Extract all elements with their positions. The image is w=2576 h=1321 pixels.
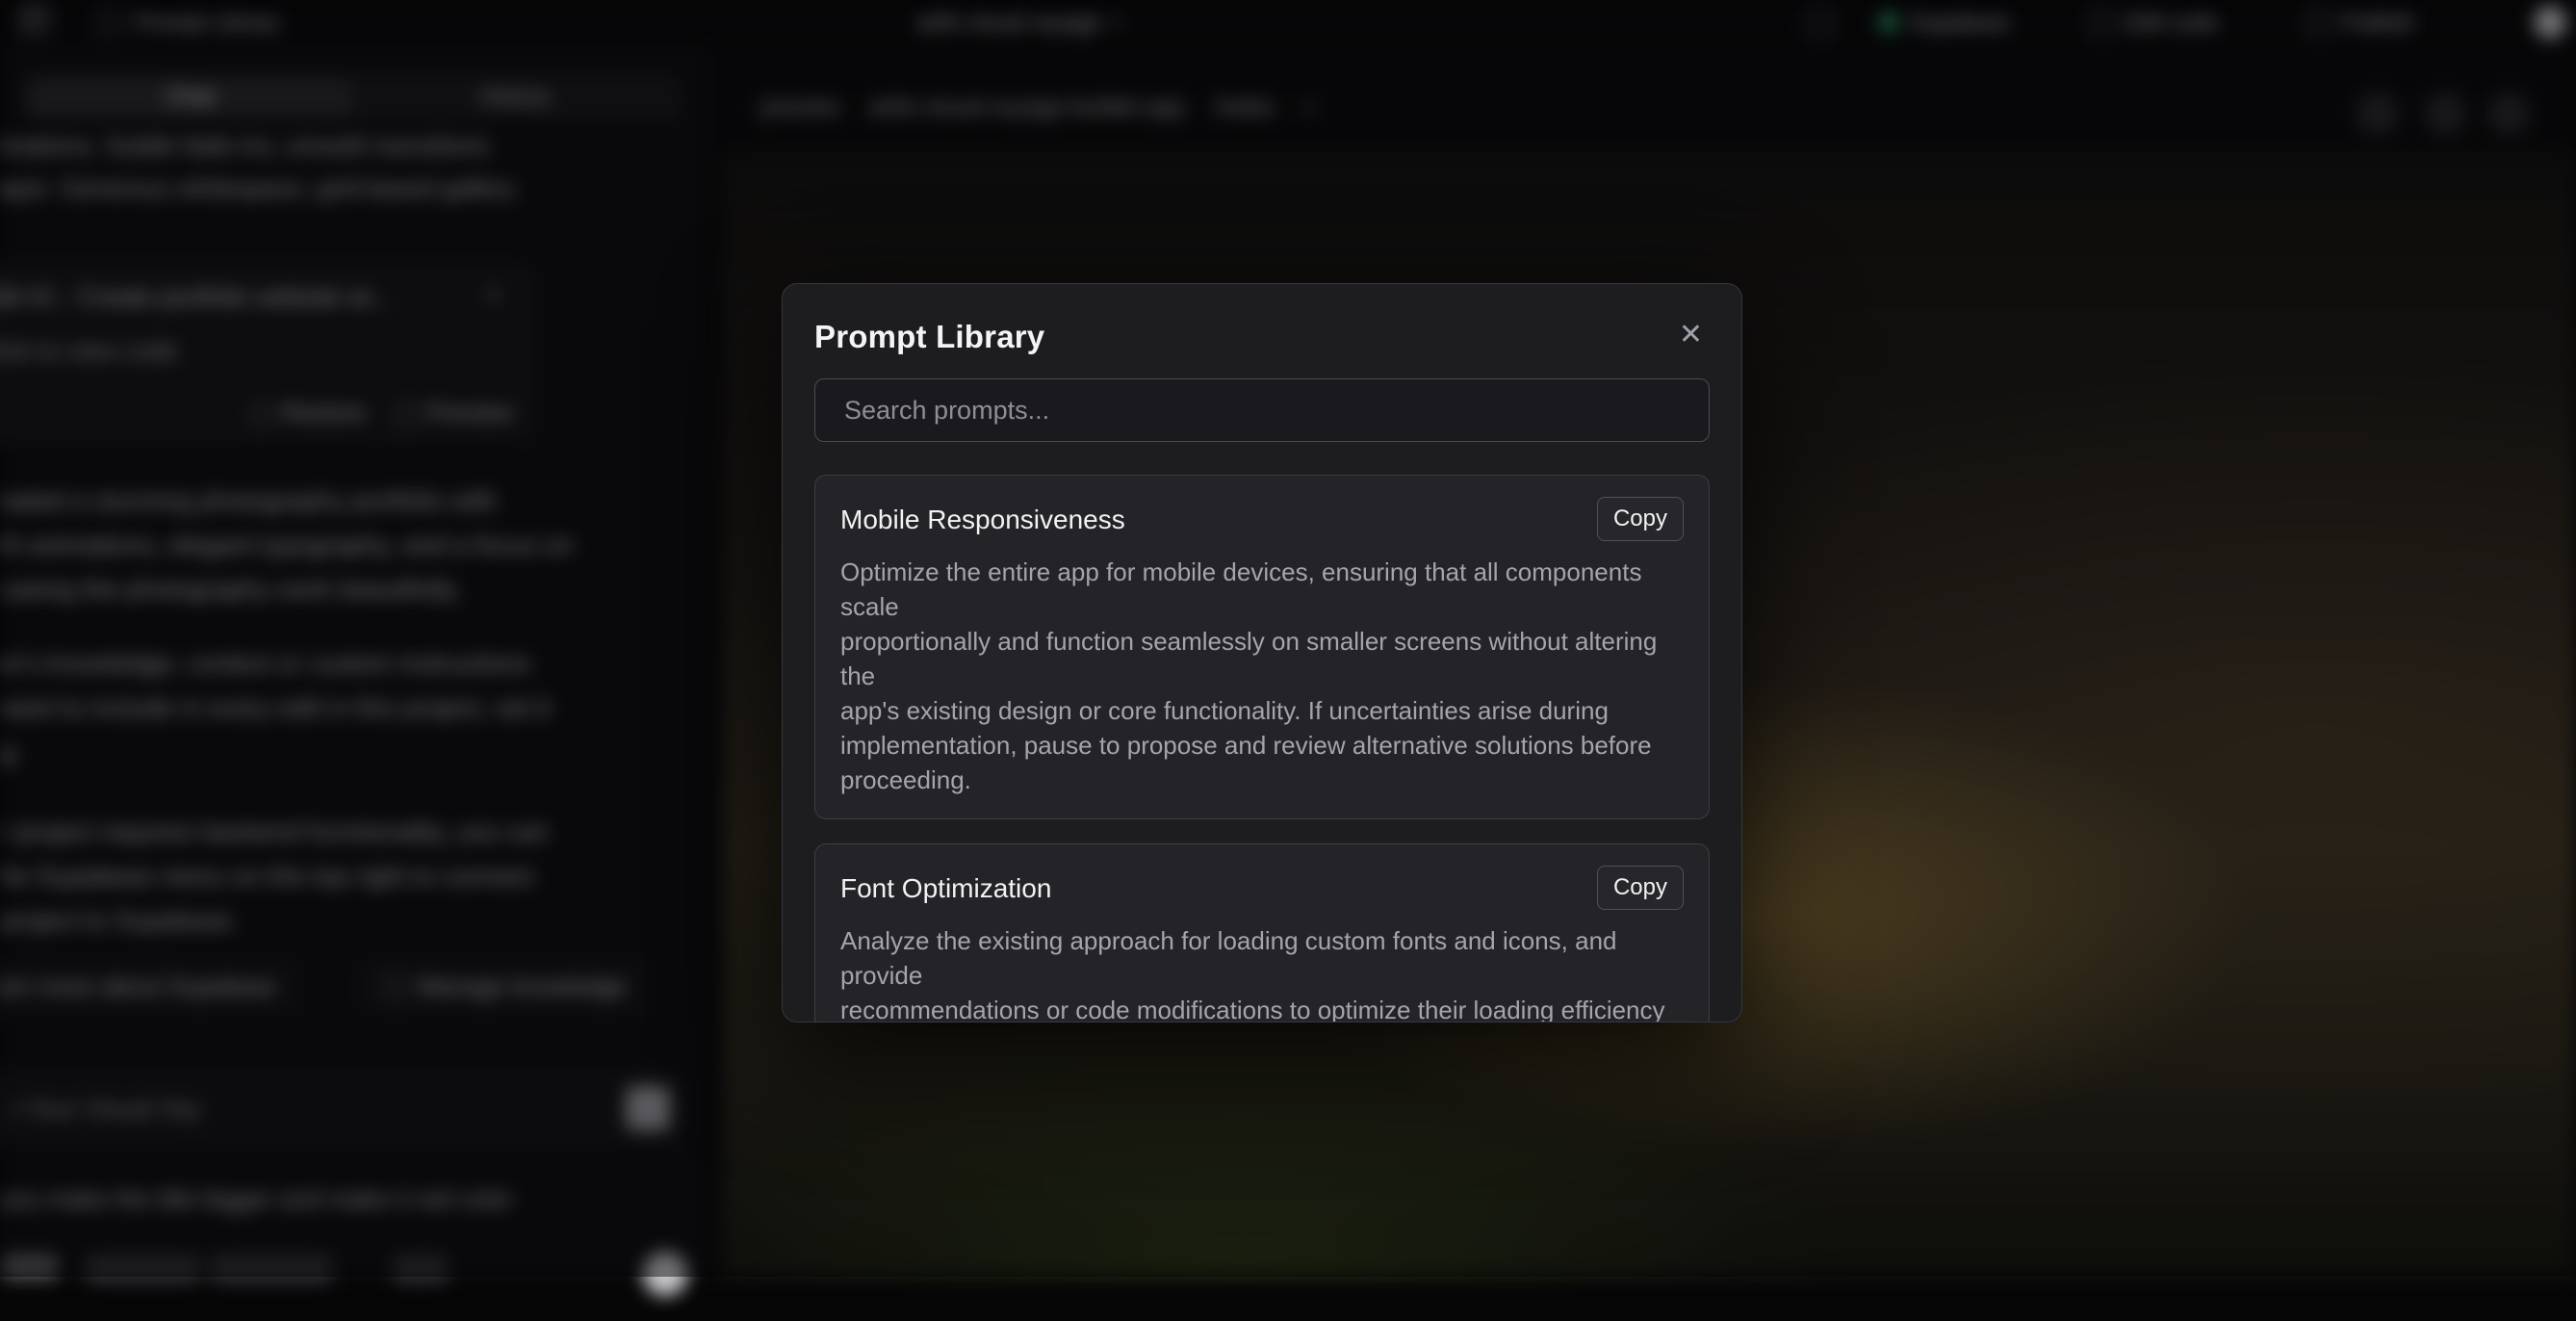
prompt-card: Mobile Responsiveness Copy Optimize the … [814, 475, 1710, 819]
prompt-title: Font Optimization [840, 873, 1051, 904]
prompt-card: Font Optimization Copy Analyze the exist… [814, 843, 1710, 1023]
copy-button[interactable]: Copy [1597, 866, 1684, 910]
search-field [814, 378, 1710, 442]
prompt-title: Mobile Responsiveness [840, 505, 1125, 535]
prompt-card-header: Mobile Responsiveness Copy [840, 497, 1684, 541]
prompt-description: Optimize the entire app for mobile devic… [840, 555, 1684, 797]
prompt-library-modal: Prompt Library ✕ Mobile Responsiveness C… [782, 283, 1742, 1023]
modal-title: Prompt Library [814, 319, 1710, 355]
close-icon[interactable]: ✕ [1679, 321, 1703, 350]
prompt-description: Analyze the existing approach for loadin… [840, 923, 1684, 1023]
copy-button[interactable]: Copy [1597, 497, 1684, 541]
prompt-card-header: Font Optimization Copy [840, 866, 1684, 910]
search-input[interactable] [842, 395, 1682, 427]
